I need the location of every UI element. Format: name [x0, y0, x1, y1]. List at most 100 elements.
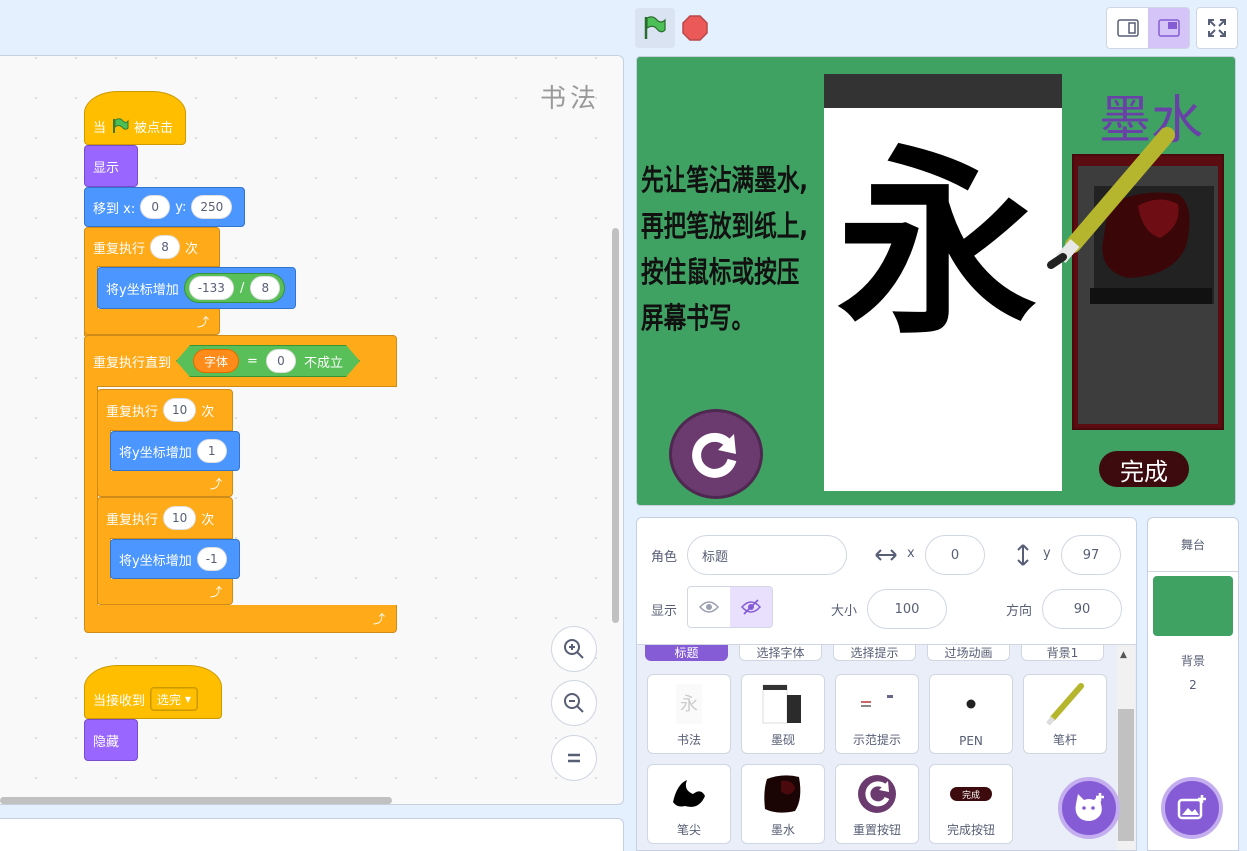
changey2-label: 将y坐标增加	[119, 445, 192, 461]
stage-thumbnail[interactable]	[1153, 576, 1233, 636]
repeat3-count-input[interactable]: 10	[163, 506, 197, 530]
goto-y-input[interactable]: 250	[191, 195, 233, 219]
image-plus-icon	[1177, 795, 1206, 820]
receive-label: 当接收到	[93, 693, 146, 709]
zoom-out-button[interactable]	[551, 680, 597, 726]
repeat-block-2[interactable]: 重复执行 10 次	[97, 389, 233, 431]
change-y-block-3[interactable]: 将y坐标增加 -1	[110, 539, 240, 579]
scroll-up-arrow-icon[interactable]: ▲	[1120, 650, 1127, 660]
zoom-in-button[interactable]	[551, 626, 597, 672]
x-arrows-icon	[875, 549, 897, 561]
add-backdrop-button[interactable]	[1161, 777, 1223, 839]
code-area[interactable]: 书法 当 被点击 显示 移到 x: 0 y: 250 重复执行 8 次 将y坐标…	[0, 55, 624, 805]
not-label: 不成立	[303, 355, 343, 371]
backdrop-count: 2	[1189, 678, 1197, 692]
sprite-name-input[interactable]: 标题	[687, 535, 847, 575]
repeat2-footer: ⤴	[97, 471, 233, 497]
sprite-tile[interactable]: 永 书法	[647, 674, 731, 754]
hide-block[interactable]: 隐藏	[84, 719, 138, 761]
normal-stage-button[interactable]	[1148, 8, 1189, 48]
until-value-input[interactable]: 0	[266, 349, 296, 373]
code-watermark: 书法	[540, 84, 601, 114]
calligraphy-thumb-icon: 永	[648, 681, 730, 727]
show-block[interactable]: 显示	[84, 145, 138, 187]
green-flag-icon	[113, 118, 129, 133]
divide-b-input[interactable]: 8	[250, 276, 281, 300]
sprite-tile[interactable]: PEN	[929, 674, 1013, 754]
y-input[interactable]: 97	[1061, 535, 1121, 575]
code-vertical-scrollbar[interactable]	[612, 228, 619, 623]
repeat-block-1[interactable]: 重复执行 8 次	[84, 227, 220, 267]
repeat2-count-input[interactable]: 10	[163, 398, 197, 422]
zoom-reset-button[interactable]	[551, 735, 597, 781]
x-input[interactable]: 0	[925, 535, 985, 575]
sprite-tile[interactable]: 墨砚	[741, 674, 825, 754]
repeat2-unit: 次	[201, 404, 215, 420]
change-y-block-2[interactable]: 将y坐标增加 1	[110, 431, 240, 471]
changey2-input[interactable]: 1	[196, 439, 227, 463]
loop-arrow-icon: ⤴	[373, 612, 386, 626]
fullscreen-button[interactable]	[1196, 7, 1238, 49]
svg-text:永: 永	[680, 694, 698, 715]
instruction-line: 屏幕书写。	[641, 301, 755, 335]
divide-sign: /	[239, 280, 245, 296]
sprite-tile[interactable]: 完成 完成按钮	[929, 764, 1013, 844]
small-stage-icon	[1116, 19, 1139, 37]
bottom-pane	[0, 818, 624, 851]
change-y-block-1[interactable]: 将y坐标增加 -133 / 8	[97, 267, 296, 309]
size-input[interactable]: 100	[867, 589, 947, 629]
show-label: 显示	[651, 604, 678, 619]
repeat-block-3[interactable]: 重复执行 10 次	[97, 497, 233, 539]
eye-icon	[699, 601, 719, 613]
eye-slash-icon	[741, 599, 761, 615]
sprite-name: 重置按钮	[852, 823, 901, 837]
add-sprite-button[interactable]	[1058, 777, 1120, 839]
when-flag-clicked-block[interactable]: 当 被点击	[84, 91, 186, 145]
sprite-list-scrollbar[interactable]	[1118, 709, 1134, 841]
repeat1-label: 重复执行	[93, 241, 146, 257]
svg-text:完成: 完成	[962, 789, 980, 801]
repeat2-arm	[97, 430, 111, 472]
done-button[interactable]: 完成	[1099, 451, 1189, 487]
sprite-name: 笔尖	[676, 823, 701, 837]
loop-arrow-icon: ⤴	[210, 477, 223, 491]
hide-sprite-button[interactable]	[730, 587, 772, 627]
backdrop-label: 背景	[1180, 654, 1205, 668]
direction-input[interactable]: 90	[1042, 589, 1122, 629]
font-variable[interactable]: 字体	[193, 349, 239, 373]
sprite-tile[interactable]: 笔尖	[647, 764, 731, 844]
code-horizontal-scrollbar[interactable]	[0, 797, 392, 804]
reset-button-thumb-icon	[836, 771, 918, 817]
reset-icon	[692, 432, 737, 478]
not-equal-condition[interactable]: 字体 = 0 不成立	[176, 345, 360, 377]
done-button-thumb-icon: 完成	[930, 771, 1012, 817]
instruction-line: 先让笔沾满墨水,	[641, 163, 808, 197]
repeat3-arm	[97, 538, 111, 580]
fullscreen-icon	[1208, 19, 1226, 37]
green-flag-button[interactable]	[635, 8, 675, 48]
green-flag-icon	[644, 16, 666, 39]
y-arrows-icon	[1017, 544, 1029, 566]
repeat1-count-input[interactable]: 8	[150, 235, 181, 259]
loop-arrow-icon: ⤴	[197, 315, 210, 329]
stop-button[interactable]	[682, 15, 708, 41]
goto-x-input[interactable]: 0	[140, 195, 171, 219]
message-dropdown[interactable]: 选完 ▾	[150, 687, 199, 711]
repeat2-label: 重复执行	[106, 404, 159, 420]
sprite-tile[interactable]: 墨水	[741, 764, 825, 844]
small-stage-button[interactable]	[1107, 8, 1148, 48]
brush-sprite-icon[interactable]	[1039, 127, 1179, 277]
reset-button[interactable]	[669, 409, 763, 499]
sprite-tile[interactable]: 笔杆	[1023, 674, 1107, 754]
stage-canvas[interactable]: 先让笔沾满墨水, 再把笔放到纸上, 按住鼠标或按压 屏幕书写。 永 墨水 完成	[636, 56, 1236, 506]
equals-icon	[568, 753, 580, 763]
divide-a-input[interactable]: -133	[188, 276, 234, 300]
sprite-tile[interactable]: 重置按钮	[835, 764, 919, 844]
show-sprite-button[interactable]	[688, 587, 730, 627]
sprite-tile[interactable]: 示范提示	[835, 674, 919, 754]
when-receive-block[interactable]: 当接收到 选完 ▾	[84, 665, 222, 719]
divide-operator[interactable]: -133 / 8	[183, 273, 286, 303]
repeat-until-block[interactable]: 重复执行直到 字体 = 0 不成立	[84, 335, 397, 387]
goto-xy-block[interactable]: 移到 x: 0 y: 250	[84, 187, 245, 227]
changey3-input[interactable]: -1	[196, 547, 227, 571]
